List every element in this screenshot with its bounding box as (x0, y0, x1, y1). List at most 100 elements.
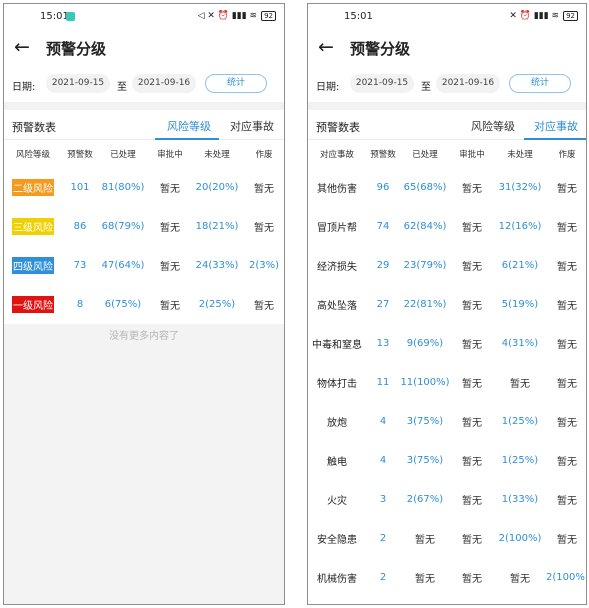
unprocessed-cell: 4(31%) (501, 338, 539, 349)
divider (308, 102, 586, 110)
processed-cell: 68(79%) (101, 221, 145, 232)
voided-cell: 2(100%) (546, 572, 587, 583)
unprocessed-cell: 1(25%) (501, 416, 539, 427)
approving-cell: 暂无 (462, 496, 482, 507)
table-row[interactable]: 二级风险 101 81(80%) 暂无 20(20%) 暂无 (4, 168, 284, 207)
count-cell: 3 (379, 494, 387, 505)
table-row[interactable]: 其他伤害 96 65(68%) 暂无 31(32%) 暂无 (308, 168, 586, 207)
table-row[interactable]: 一级风险 8 6(75%) 暂无 2(25%) 暂无 (4, 285, 284, 324)
table-row[interactable]: 中毒和窒息 13 9(69%) 暂无 4(31%) 暂无 (308, 324, 586, 363)
table-row[interactable]: 高处坠落 27 22(81%) 暂无 5(19%) 暂无 (308, 285, 586, 324)
table-row[interactable]: 冒顶片帮 74 62(84%) 暂无 12(16%) 暂无 (308, 207, 586, 246)
table-row[interactable]: 安全隐患 2 暂无 暂无 2(100%) 暂无 (308, 519, 586, 558)
count-cell: 29 (376, 260, 390, 271)
col-header: 作废 (255, 150, 273, 160)
unprocessed-cell: 5(19%) (501, 299, 539, 310)
processed-cell: 2(67%) (406, 494, 444, 505)
col-header: 已处理 (412, 150, 438, 160)
table-row[interactable]: 机械伤害 2 暂无 暂无 暂无 2(100%) (308, 558, 587, 597)
processed-cell: 暂无 (415, 574, 435, 585)
processed-cell: 81(80%) (101, 182, 145, 193)
unprocessed-cell: 暂无 (510, 574, 530, 585)
start-date-field[interactable]: 2021-09-15 (46, 74, 110, 93)
approving-cell: 暂无 (462, 574, 482, 585)
col-header: 对应事故 (319, 150, 354, 160)
status-time: 15:01 (344, 11, 373, 22)
tab-risk-level[interactable]: 风险等级 (471, 118, 515, 134)
processed-cell: 11(100%) (400, 377, 450, 388)
back-arrow-icon[interactable]: ← (14, 36, 30, 58)
risk-level-cell: 二级风险 (4, 168, 62, 207)
unprocessed-cell: 6(21%) (501, 260, 539, 271)
table-row[interactable]: 四级风险 73 47(64%) 暂无 24(33%) 2(3%) (4, 246, 284, 285)
count-cell: 101 (70, 182, 90, 193)
count-cell: 27 (376, 299, 390, 310)
approving-cell: 暂无 (462, 379, 482, 390)
stat-button[interactable]: 统计 (509, 74, 571, 93)
risk-level-badge: 一级风险 (12, 296, 54, 313)
accident-type-cell: 放炮 (327, 418, 347, 429)
tab-accident-type[interactable]: 对应事故 (534, 118, 578, 134)
empty-area: 没有更多内容了 (4, 324, 284, 604)
tab-bar: 预警数表 风险等级 对应事故 (308, 110, 586, 140)
count-cell: 4 (379, 416, 387, 427)
table-row[interactable]: 三级风险 86 68(79%) 暂无 18(21%) 暂无 (4, 207, 284, 246)
app-notification-icon (66, 12, 75, 21)
unprocessed-cell: 暂无 (510, 379, 530, 390)
screen-accident-type: 15:01 ✕ ⏰ ▮▮▮ ≋ 92 ← 预警分级 日期: 2021-09-15… (307, 3, 587, 605)
start-date-field[interactable]: 2021-09-15 (350, 74, 414, 93)
accident-type-cell: 经济损失 (317, 262, 357, 273)
stat-button[interactable]: 统计 (205, 74, 267, 93)
unprocessed-cell: 2(25%) (198, 299, 236, 310)
voided-cell: 暂无 (254, 184, 274, 195)
table-row[interactable]: 火灾 3 2(67%) 暂无 1(33%) 暂无 (308, 480, 586, 519)
screen-risk-level: 15:01 ◁ ✕ ⏰ ▮▮▮ ≋ 92 ← 预警分级 日期: 2021-09-… (3, 3, 285, 605)
approving-cell: 暂无 (160, 223, 180, 234)
table-row[interactable]: 经济损失 29 23(79%) 暂无 6(21%) 暂无 (308, 246, 586, 285)
count-cell: 8 (76, 299, 84, 310)
approving-cell: 暂无 (462, 301, 482, 312)
unprocessed-cell: 20(20%) (195, 182, 239, 193)
table-row[interactable]: 放炮 4 3(75%) 暂无 1(25%) 暂无 (308, 402, 586, 441)
voided-cell: 暂无 (557, 535, 577, 546)
back-arrow-icon[interactable]: ← (318, 36, 334, 58)
count-cell: 74 (376, 221, 390, 232)
risk-level-badge: 三级风险 (12, 218, 54, 235)
approving-cell: 暂无 (462, 418, 482, 429)
count-cell: 73 (73, 260, 87, 271)
accident-type-cell: 火灾 (327, 496, 347, 507)
tab-risk-level[interactable]: 风险等级 (167, 118, 211, 134)
voided-cell: 暂无 (557, 418, 577, 429)
active-tab-indicator (524, 138, 586, 140)
unprocessed-cell: 2(100%) (498, 533, 542, 544)
approving-cell: 暂无 (160, 262, 180, 273)
col-header: 审批中 (157, 150, 183, 160)
end-date-field[interactable]: 2021-09-16 (132, 74, 196, 93)
date-label: 日期: (316, 82, 340, 93)
approving-cell: 暂无 (462, 184, 482, 195)
title-bar: ← 预警分级 (4, 28, 284, 68)
col-header: 预警数 (370, 150, 396, 160)
unprocessed-cell: 24(33%) (195, 260, 239, 271)
active-tab-indicator (155, 138, 219, 140)
processed-cell: 暂无 (415, 535, 435, 546)
accident-type-cell: 冒顶片帮 (317, 223, 357, 234)
status-bar: 15:01 ◁ ✕ ⏰ ▮▮▮ ≋ 92 (4, 4, 284, 28)
status-indicators-icon: ◁ ✕ ⏰ ▮▮▮ ≋ (197, 11, 258, 21)
page-title: 预警分级 (46, 40, 107, 58)
end-date-field[interactable]: 2021-09-16 (436, 74, 500, 93)
col-header: 预警数 (67, 150, 93, 160)
table-row[interactable]: 触电 4 3(75%) 暂无 1(25%) 暂无 (308, 441, 586, 480)
accident-type-cell: 中毒和窒息 (312, 340, 362, 351)
date-filter: 日期: 2021-09-15 至 2021-09-16 统计 (4, 68, 284, 102)
risk-level-cell: 三级风险 (4, 207, 62, 246)
date-label: 日期: (12, 82, 36, 93)
voided-cell: 暂无 (557, 379, 577, 390)
tab-accident-type[interactable]: 对应事故 (230, 118, 274, 134)
approving-cell: 暂无 (462, 457, 482, 468)
count-cell: 2 (379, 533, 387, 544)
voided-cell: 暂无 (557, 301, 577, 312)
table-row[interactable]: 物体打击 11 11(100%) 暂无 暂无 暂无 (308, 363, 586, 402)
approving-cell: 暂无 (462, 340, 482, 351)
voided-cell: 暂无 (254, 301, 274, 312)
